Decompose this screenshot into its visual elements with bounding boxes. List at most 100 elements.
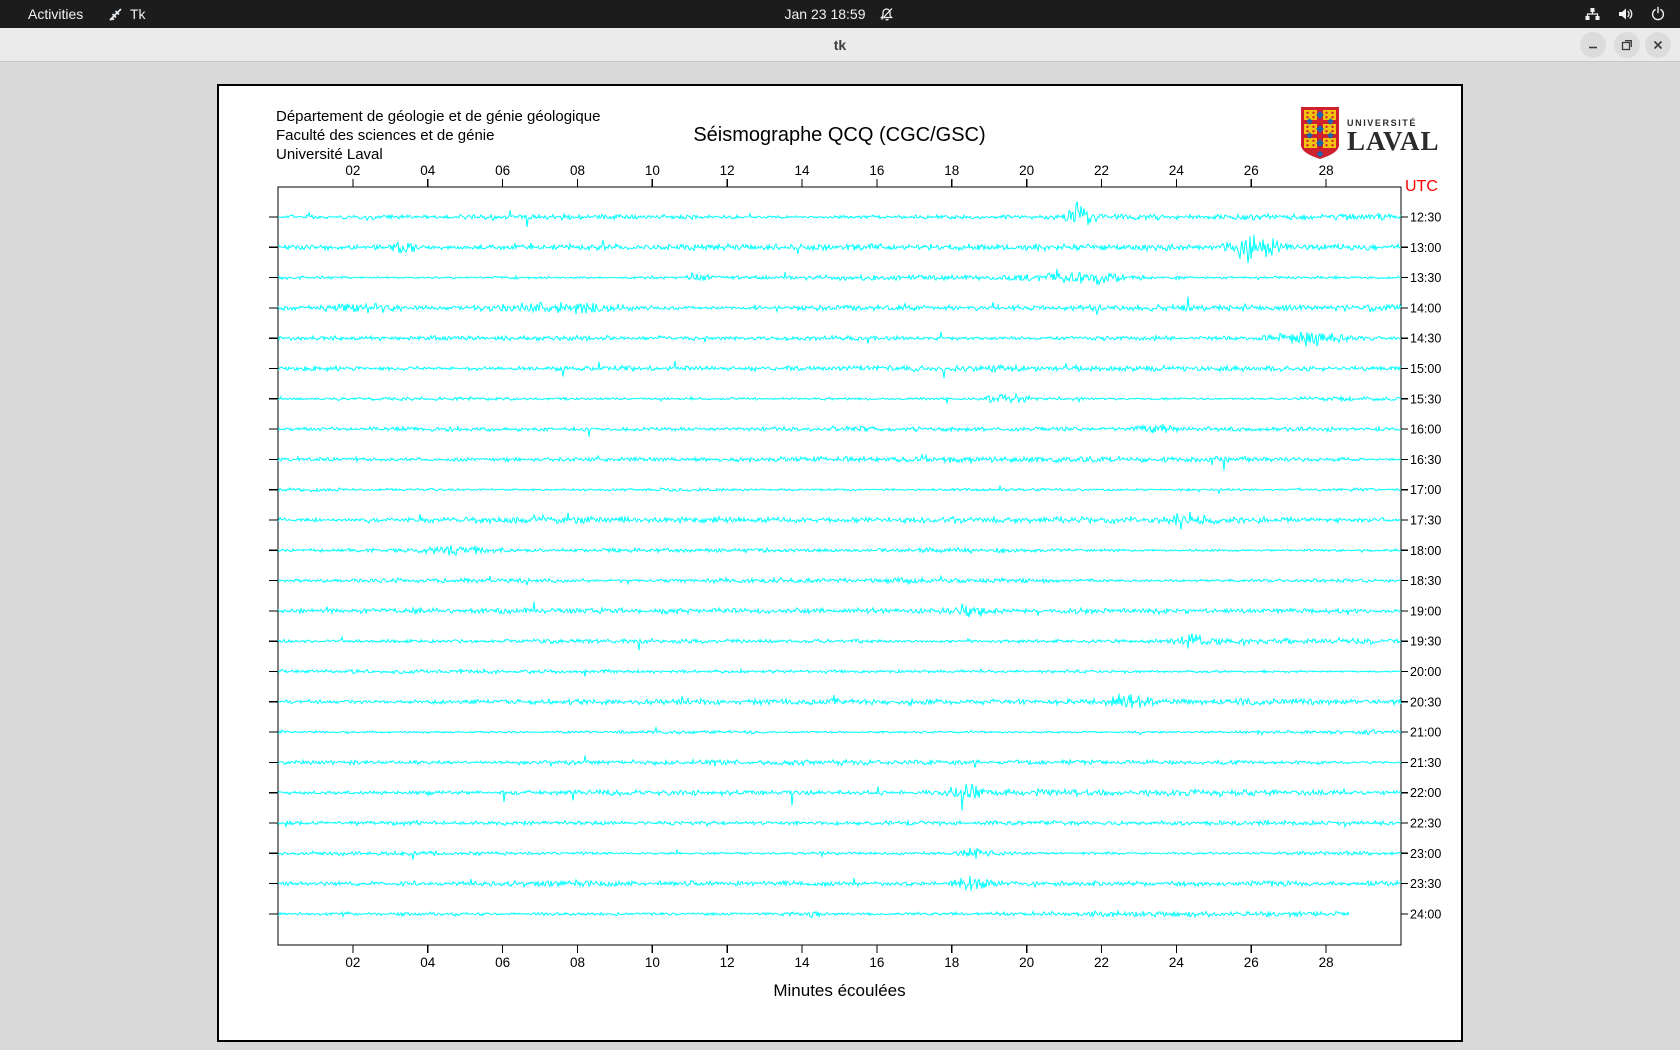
tk-app-icon <box>108 7 123 22</box>
seismogram-trace <box>277 755 1402 768</box>
seismogram-trace <box>277 574 1402 586</box>
seismogram-trace <box>277 818 1402 829</box>
minimize-button[interactable] <box>1580 32 1606 58</box>
x-tick-label-top: 04 <box>420 163 436 178</box>
x-tick-label-bottom: 06 <box>495 955 510 970</box>
laval-logo: UNIVERSITÉ LAVAL <box>1300 106 1440 165</box>
x-tick-label-top: 18 <box>944 163 959 178</box>
trace-time-label: 18:00 <box>1410 544 1441 558</box>
trace-time-label: 24:00 <box>1410 907 1441 921</box>
x-tick-label-top: 16 <box>869 163 884 178</box>
seismogram-trace <box>277 633 1402 651</box>
seismogram-trace <box>277 452 1401 471</box>
plot-frame <box>277 186 1402 946</box>
seismogram-trace <box>277 331 1401 347</box>
seismogram-trace <box>277 424 1402 437</box>
seismogram-trace <box>277 485 1402 496</box>
seismograph-canvas: 02 02 04 04 06 06 08 08 10 10 12 12 14 14 16 16 18 18 20 20… <box>217 84 1463 1042</box>
clock[interactable]: Jan 23 18:59 <box>785 6 866 22</box>
x-tick-label-bottom: 24 <box>1169 955 1185 970</box>
x-tick-label-top: 02 <box>345 163 360 178</box>
restore-button[interactable] <box>1614 32 1640 58</box>
app-menu-label: Tk <box>130 6 146 22</box>
x-tick-label-top: 24 <box>1169 163 1185 178</box>
seismogram-trace <box>277 725 1402 737</box>
x-tick-label-top: 20 <box>1019 163 1034 178</box>
seismogram-trace <box>277 693 1402 708</box>
trace-time-label: 14:00 <box>1410 301 1441 315</box>
x-tick-label-top: 08 <box>570 163 585 178</box>
trace-time-label: 20:00 <box>1410 665 1441 679</box>
x-tick-label-bottom: 14 <box>795 955 811 970</box>
seismogram-trace <box>277 201 1402 228</box>
x-tick-label-bottom: 26 <box>1244 955 1259 970</box>
x-tick-label-top: 06 <box>495 163 510 178</box>
x-tick-label-bottom: 04 <box>420 955 436 970</box>
trace-time-label: 17:00 <box>1410 483 1441 497</box>
x-tick-label-top: 14 <box>795 163 811 178</box>
seismogram-trace <box>277 392 1402 405</box>
logo-laval-text: LAVAL <box>1347 125 1440 156</box>
x-tick-label-bottom: 20 <box>1019 955 1034 970</box>
seismogram-trace <box>277 360 1402 379</box>
power-icon[interactable] <box>1650 6 1666 22</box>
x-tick-label-bottom: 08 <box>570 955 585 970</box>
trace-time-label: 22:30 <box>1410 817 1441 831</box>
network-icon[interactable] <box>1584 6 1601 22</box>
x-tick-label-bottom: 10 <box>645 955 660 970</box>
seismogram-trace <box>277 875 1402 892</box>
window-title: tk <box>833 37 847 53</box>
x-tick-label-top: 28 <box>1319 163 1334 178</box>
close-button[interactable] <box>1645 32 1671 58</box>
window-titlebar[interactable]: tk <box>0 28 1680 62</box>
trace-time-label: 21:30 <box>1410 756 1441 770</box>
seismogram-plot: 02 02 04 04 06 06 08 08 10 10 12 12 14 14 16 16 18 18 20 20… <box>269 163 1441 970</box>
trace-time-label: 19:30 <box>1410 635 1441 649</box>
trace-time-label: 15:00 <box>1410 362 1441 376</box>
utc-label: UTC <box>1405 178 1438 195</box>
x-tick-label-bottom: 16 <box>869 955 884 970</box>
trace-time-label: 13:00 <box>1410 241 1441 255</box>
seismogram-trace <box>277 234 1402 264</box>
trace-time-label: 16:00 <box>1410 423 1441 437</box>
trace-time-label: 15:30 <box>1410 392 1441 406</box>
trace-time-label: 13:30 <box>1410 271 1441 285</box>
activities-button[interactable]: Activities <box>18 0 93 28</box>
trace-time-label: 21:00 <box>1410 726 1441 740</box>
seismogram-trace <box>277 545 1402 557</box>
volume-icon[interactable] <box>1617 6 1634 22</box>
x-tick-label-bottom: 22 <box>1094 955 1109 970</box>
trace-time-label: 19:00 <box>1410 604 1441 618</box>
x-axis-title: Minutes écoulées <box>773 981 906 1000</box>
x-tick-label-top: 22 <box>1094 163 1109 178</box>
trace-time-label: 16:30 <box>1410 453 1441 467</box>
seismogram-trace <box>277 847 1402 860</box>
seismogram-trace <box>277 667 1402 677</box>
system-top-bar: Activities Tk Jan 23 18:59 <box>0 0 1680 28</box>
trace-time-label: 17:30 <box>1410 514 1441 528</box>
trace-time-label: 14:30 <box>1410 332 1441 346</box>
x-tick-label-bottom: 12 <box>720 955 735 970</box>
x-tick-label-bottom: 18 <box>944 955 959 970</box>
page-title: Séismographe QCQ (CGC/GSC) <box>693 124 986 146</box>
trace-time-label: 22:00 <box>1410 786 1441 800</box>
seismogram-trace <box>277 511 1402 530</box>
seismogram-trace <box>277 783 1402 811</box>
seismogram-trace <box>277 601 1402 618</box>
institution-line3: Université Laval <box>276 146 383 163</box>
seismogram-trace <box>277 909 1350 919</box>
seismogram-trace <box>277 296 1402 315</box>
x-tick-label-top: 12 <box>720 163 735 178</box>
trace-time-label: 12:30 <box>1410 211 1441 225</box>
x-tick-label-bottom: 28 <box>1319 955 1334 970</box>
x-tick-label-bottom: 02 <box>345 955 360 970</box>
laval-shield-icon <box>1300 106 1340 165</box>
x-tick-label-top: 26 <box>1244 163 1259 178</box>
trace-time-label: 20:30 <box>1410 695 1441 709</box>
seismogram-trace <box>277 268 1402 286</box>
notifications-muted-icon[interactable] <box>879 6 895 22</box>
trace-time-label: 23:30 <box>1410 877 1441 891</box>
app-menu[interactable]: Tk <box>108 0 146 28</box>
trace-time-label: 18:30 <box>1410 574 1441 588</box>
x-tick-label-top: 10 <box>645 163 660 178</box>
